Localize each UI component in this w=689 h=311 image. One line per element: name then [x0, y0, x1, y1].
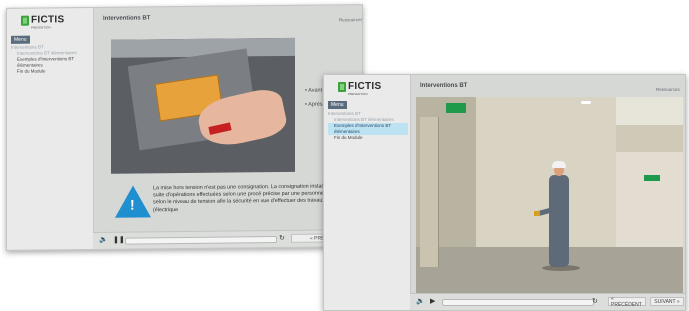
logo-subtext: PREVENTION: [348, 92, 368, 96]
previous-button[interactable]: « PRÉCÉDENT: [608, 296, 646, 308]
volume-icon[interactable]: 🔉: [99, 237, 108, 245]
logo-text: FICTIS: [31, 14, 65, 26]
menu-tab[interactable]: Menu: [11, 35, 30, 44]
progress-bar[interactable]: [442, 299, 594, 306]
video-scene[interactable]: [416, 97, 683, 294]
bullet-item: Avant: [305, 88, 323, 94]
exit-sign-icon: [644, 175, 660, 181]
course-window-front: FICTIS PREVENTION Menu Interventions BT …: [323, 74, 686, 311]
player-controls: 🔉 ▶ ↻ « PRÉCÉDENT SUIVANT »: [410, 293, 685, 310]
menu-item-exemples[interactable]: Exemples d'Interventions BT élémentaires: [11, 56, 91, 69]
page-title: Interventions BT: [103, 15, 151, 22]
reload-icon[interactable]: ↻: [279, 235, 285, 243]
volume-icon[interactable]: 🔉: [416, 298, 425, 306]
next-button[interactable]: SUIVANT »: [650, 297, 684, 306]
exit-sign-icon: [446, 103, 466, 113]
resources-link[interactable]: Ressources: [656, 87, 680, 92]
logo: FICTIS: [338, 81, 381, 92]
logo-subtext: PREVENTION: [31, 25, 51, 30]
menu-list: Interventions BT Interventions BT élémen…: [328, 111, 408, 141]
menu-list: Interventions BT Interventions BT élémen…: [11, 44, 91, 75]
logo: FICTIS: [21, 14, 65, 26]
reload-icon[interactable]: ↻: [592, 298, 598, 306]
course-window-back: FICTIS PREVENTION Menu Interventions BT …: [6, 4, 363, 251]
helmet-icon: [552, 161, 566, 168]
door: [420, 117, 439, 267]
menu-item-fin-module[interactable]: Fin du Module: [11, 68, 91, 75]
menu-tab[interactable]: Menu: [328, 101, 347, 109]
illustration-photo: [111, 37, 295, 174]
menu-item-exemples[interactable]: Exemples d'Interventions BT élémentaires: [328, 123, 408, 135]
logo-mark-icon: [338, 81, 346, 92]
progress-bar[interactable]: [125, 236, 277, 245]
worker-figure: [549, 175, 569, 267]
bullet-item: Après: [305, 102, 322, 108]
logo-mark-icon: [21, 15, 29, 26]
sidebar: FICTIS PREVENTION Menu Interventions BT …: [324, 75, 411, 310]
ceiling-lamp-icon: [581, 101, 591, 104]
sidebar: FICTIS PREVENTION Menu Interventions BT …: [7, 7, 94, 250]
play-icon[interactable]: ▶: [430, 298, 435, 306]
player-controls: 🔉 ❚❚ ↻ « PRÉCÉDEN: [93, 229, 362, 249]
resources-link[interactable]: Ressources: [339, 17, 363, 22]
page-title: Interventions BT: [420, 83, 468, 89]
pause-icon[interactable]: ❚❚: [113, 237, 125, 245]
menu-item-fin-module[interactable]: Fin du Module: [328, 135, 408, 141]
logo-text: FICTIS: [348, 81, 382, 92]
bullet-list: Avant Après: [305, 88, 323, 108]
